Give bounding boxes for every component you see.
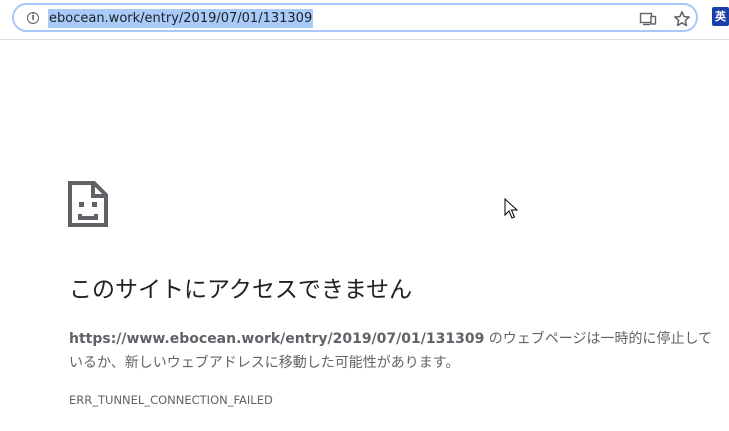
error-url: https://www.ebocean.work/entry/2019/07/0… xyxy=(69,331,485,347)
extension-icon[interactable]: 英 xyxy=(712,7,729,26)
browser-toolbar: i ebocean.work/entry/2019/07/01/131309 英 xyxy=(0,0,729,40)
mouse-cursor-icon xyxy=(504,198,518,219)
browser-window: i ebocean.work/entry/2019/07/01/131309 英… xyxy=(0,0,729,431)
address-bar[interactable]: i ebocean.work/entry/2019/07/01/131309 xyxy=(12,3,698,32)
cast-icon[interactable] xyxy=(638,9,658,29)
sad-page-icon xyxy=(68,181,108,227)
error-code: ERR_TUNNEL_CONNECTION_FAILED xyxy=(69,393,273,407)
error-description: https://www.ebocean.work/entry/2019/07/0… xyxy=(69,327,714,375)
info-icon[interactable]: i xyxy=(27,12,39,24)
url-text[interactable]: ebocean.work/entry/2019/07/01/131309 xyxy=(48,9,314,28)
error-title: このサイトにアクセスできません xyxy=(69,277,413,303)
star-icon[interactable] xyxy=(672,9,692,29)
